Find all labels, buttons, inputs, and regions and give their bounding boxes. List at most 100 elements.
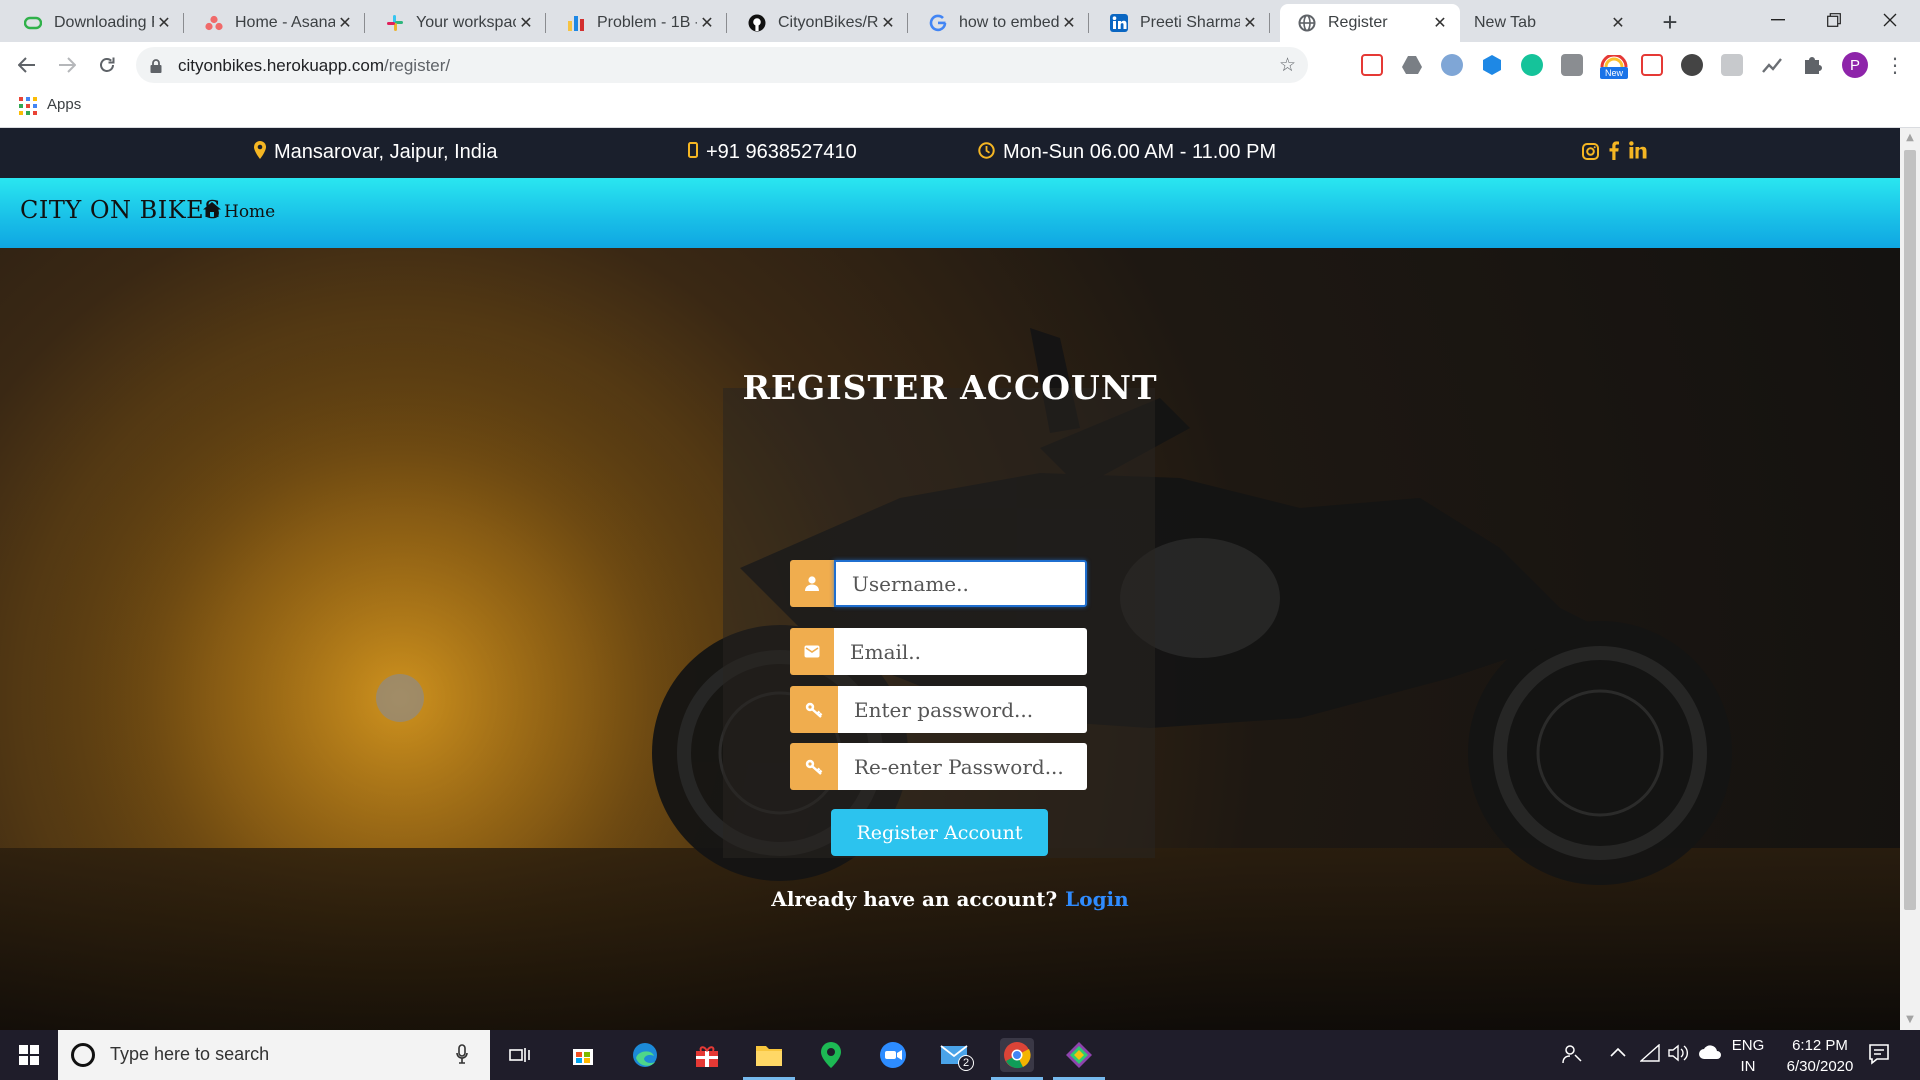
restore-icon[interactable] [1806, 0, 1862, 40]
puzzle-extensions-icon[interactable] [1801, 54, 1823, 76]
user-icon [790, 560, 834, 607]
envelope-icon [790, 628, 834, 675]
home-icon [203, 202, 221, 222]
close-icon[interactable]: ✕ [1608, 13, 1628, 33]
tab-linkedin[interactable]: Preeti Sharma | ✕ [1092, 4, 1270, 42]
new-badge-extension-icon[interactable]: New [1600, 53, 1628, 79]
tab-register[interactable]: Register ✕ [1280, 4, 1460, 42]
zoom-icon[interactable] [876, 1038, 910, 1072]
mail-icon[interactable]: 2 [938, 1038, 974, 1072]
scroll-thumb[interactable] [1904, 150, 1916, 910]
password-input[interactable]: Enter password... [838, 686, 1087, 733]
hours-info: Mon-Sun 06.00 AM - 11.00 PM [978, 141, 1276, 164]
maps-pin-icon[interactable] [814, 1038, 848, 1072]
bookmarks-bar: Apps [0, 88, 1920, 128]
task-view-icon[interactable] [503, 1038, 537, 1072]
minimize-icon[interactable] [1750, 0, 1806, 40]
onedrive-icon[interactable] [1698, 1044, 1722, 1065]
grammarly-extension-icon[interactable] [1521, 54, 1543, 76]
new-tab-button[interactable]: + [1656, 7, 1684, 37]
kebab-menu-icon[interactable]: ⋮ [1885, 52, 1905, 78]
taskbar-search[interactable]: Type here to search [58, 1030, 490, 1080]
tab-asana[interactable]: Home - Asana ✕ [187, 4, 365, 42]
key-icon [790, 743, 838, 790]
file-explorer-icon[interactable] [752, 1038, 786, 1072]
windows-taskbar: Type here to search 2 ENG IN 6:12 PM 6/3… [0, 1030, 1920, 1080]
circle-extension-icon[interactable] [1681, 54, 1703, 76]
gift-icon[interactable] [690, 1038, 724, 1072]
close-icon[interactable]: ✕ [697, 13, 717, 33]
map-pin-icon [254, 141, 266, 164]
git-app-icon[interactable] [1062, 1038, 1096, 1072]
stats-extension-icon[interactable] [1761, 54, 1783, 76]
edge-icon[interactable] [628, 1038, 662, 1072]
close-icon[interactable]: ✕ [1059, 13, 1079, 33]
cortana-icon [71, 1043, 95, 1067]
chevron-up-icon[interactable] [1610, 1044, 1626, 1062]
instagram-icon[interactable] [1582, 141, 1599, 166]
wifi-icon[interactable] [1639, 1043, 1660, 1067]
close-window-icon[interactable] [1862, 0, 1918, 40]
tab-google-search[interactable]: how to embed ✕ [911, 4, 1089, 42]
close-icon[interactable]: ✕ [154, 13, 174, 33]
copy-extension-icon[interactable] [1561, 54, 1583, 76]
reload-icon[interactable] [92, 50, 122, 80]
site-brand[interactable]: CITY ON BIKES [20, 196, 221, 224]
scroll-down-icon[interactable]: ▼ [1904, 1014, 1916, 1026]
browser-tab-strip: Downloading F ✕ Home - Asana ✕ Your work… [0, 0, 1920, 42]
drive-extension-icon[interactable] [1401, 54, 1423, 76]
store-icon[interactable] [566, 1038, 600, 1072]
close-icon[interactable]: ✕ [516, 13, 536, 33]
windows-start-icon[interactable] [0, 1030, 58, 1080]
tab-slack[interactable]: Your workspace ✕ [368, 4, 546, 42]
password-field[interactable]: Enter password... [790, 686, 1087, 733]
microphone-icon[interactable] [456, 1044, 468, 1069]
screenshot-extension-icon[interactable] [1641, 54, 1663, 76]
address-bar[interactable]: cityonbikes.herokuapp.com/register/ ☆ [136, 47, 1308, 83]
url-text: cityonbikes.herokuapp.com/register/ [178, 56, 451, 75]
key-icon [790, 686, 838, 733]
username-input[interactable]: Username.. [834, 560, 1087, 607]
profile-avatar[interactable]: P [1842, 52, 1868, 78]
nav-home-link[interactable]: Home [203, 202, 275, 222]
mobile-phone-icon [688, 142, 698, 163]
linkedin-icon[interactable] [1629, 141, 1647, 166]
tab-downloading[interactable]: Downloading F ✕ [6, 4, 184, 42]
scroll-up-icon[interactable]: ▲ [1904, 132, 1916, 144]
close-icon[interactable]: ✕ [1240, 13, 1260, 33]
lock-icon [150, 58, 162, 77]
close-icon[interactable]: ✕ [335, 13, 355, 33]
email-input[interactable]: Email.. [834, 628, 1087, 675]
browser-toolbar: cityonbikes.herokuapp.com/register/ ☆ Ne… [0, 42, 1920, 88]
volume-icon[interactable] [1668, 1044, 1688, 1067]
language-indicator[interactable]: ENG IN [1730, 1035, 1766, 1077]
facebook-icon[interactable] [1609, 141, 1619, 166]
forward-arrow-icon[interactable] [52, 50, 82, 80]
hexagon-extension-icon[interactable] [1481, 54, 1503, 76]
people-icon[interactable] [1562, 1044, 1582, 1069]
slack-icon [386, 14, 404, 32]
apps-bookmark[interactable]: Apps [47, 96, 81, 113]
system-clock[interactable]: 6:12 PM 6/30/2020 [1770, 1035, 1870, 1077]
tab-github[interactable]: CityonBikes/RE ✕ [730, 4, 908, 42]
email-field[interactable]: Email.. [790, 628, 1087, 675]
bookmark-star-icon[interactable]: ☆ [1279, 54, 1296, 76]
tab-new-tab[interactable]: New Tab ✕ [1460, 4, 1638, 42]
pocket-extension-icon[interactable] [1361, 54, 1383, 76]
apps-grid-icon[interactable] [19, 97, 37, 115]
back-arrow-icon[interactable] [12, 50, 42, 80]
tab-codeforces[interactable]: Problem - 1B - ✕ [549, 4, 727, 42]
codeforces-icon [567, 14, 585, 32]
register-account-button[interactable]: Register Account [831, 809, 1048, 856]
notification-icon[interactable] [1868, 1043, 1890, 1070]
chrome-icon[interactable] [1000, 1038, 1034, 1072]
repassword-input[interactable]: Re-enter Password... [838, 743, 1087, 790]
username-field[interactable]: Username.. [790, 560, 1087, 607]
page-scrollbar[interactable]: ▲ ▼ [1900, 128, 1920, 1030]
close-icon[interactable]: ✕ [1430, 13, 1450, 33]
login-link[interactable]: Login [1065, 887, 1129, 911]
repassword-field[interactable]: Re-enter Password... [790, 743, 1087, 790]
r-extension-icon[interactable] [1721, 54, 1743, 76]
close-icon[interactable]: ✕ [878, 13, 898, 33]
sync-extension-icon[interactable] [1441, 54, 1463, 76]
